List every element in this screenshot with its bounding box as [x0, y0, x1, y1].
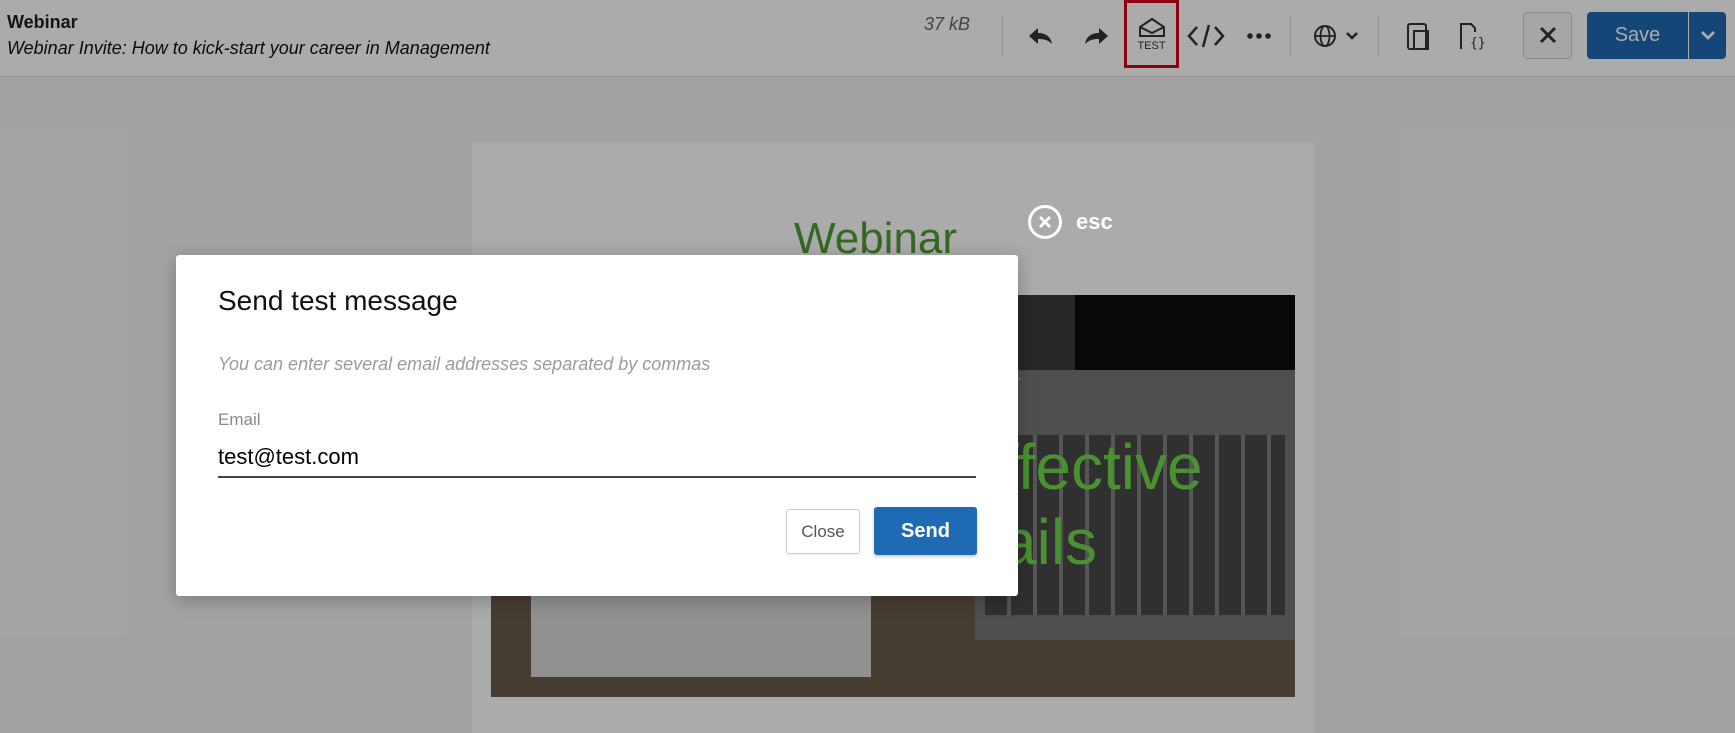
dialog-hint: You can enter several email addresses se…	[218, 354, 711, 374]
email-field[interactable]	[218, 438, 976, 478]
dialog-title: Send test message	[218, 285, 458, 316]
close-circle-icon	[1028, 205, 1062, 239]
close-button[interactable]: Close	[786, 509, 860, 554]
send-button[interactable]: Send	[874, 507, 977, 555]
esc-label: esc	[1076, 209, 1113, 234]
esc-close-button[interactable]: esc	[1028, 205, 1113, 239]
modal-backdrop[interactable]: esc Send test message You can enter seve…	[0, 0, 1735, 733]
send-test-dialog: Send test message You can enter several …	[176, 255, 1018, 596]
email-field-label: Email	[218, 410, 261, 429]
